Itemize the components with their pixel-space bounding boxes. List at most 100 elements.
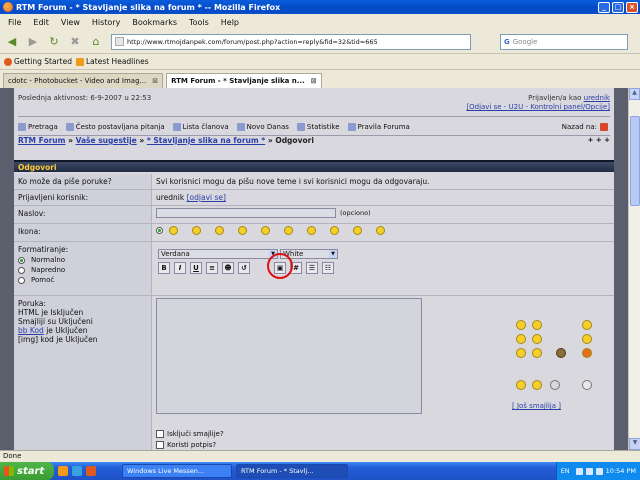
- smiley-icon[interactable]: [307, 226, 316, 235]
- title-input[interactable]: [156, 208, 336, 218]
- smiley-icon[interactable]: [516, 334, 526, 344]
- center-button[interactable]: ≡: [206, 262, 218, 274]
- nav-today[interactable]: Novo Danas: [236, 123, 289, 131]
- smiley-icon[interactable]: [532, 334, 542, 344]
- disable-smilies-option[interactable]: Isključi smajlije?: [156, 430, 224, 438]
- menu-edit[interactable]: Edit: [33, 18, 49, 27]
- smiley-icon[interactable]: [532, 320, 542, 330]
- back-arrow-icon[interactable]: ◀: [3, 33, 21, 51]
- browser-viewport: Poslednja aktivnost: 6-9-2007 u 22:53 Pr…: [0, 88, 628, 450]
- menu-view[interactable]: View: [61, 18, 80, 27]
- disable-smilies-checkbox[interactable]: [156, 430, 164, 438]
- nav-search[interactable]: Pretraga: [18, 123, 58, 131]
- message-textarea[interactable]: [156, 298, 422, 414]
- radio-help[interactable]: [18, 276, 25, 284]
- underline-button[interactable]: U: [190, 262, 202, 274]
- email-button[interactable]: ☻: [222, 262, 234, 274]
- bbcode-link[interactable]: bb Kod: [18, 326, 44, 335]
- nav-stats[interactable]: Statistike: [296, 123, 340, 131]
- smiley-icon[interactable]: [353, 226, 362, 235]
- smiley-icon[interactable]: [261, 226, 270, 235]
- minimize-button[interactable]: _: [598, 1, 610, 13]
- menu-file[interactable]: File: [8, 18, 21, 27]
- close-tab-icon[interactable]: ⊠: [311, 77, 317, 85]
- firefox-quicklaunch-icon[interactable]: [86, 466, 96, 476]
- use-signature-checkbox[interactable]: [156, 441, 164, 449]
- stop-icon[interactable]: ✖: [66, 33, 84, 51]
- more-smilies-link[interactable]: [ Još smajlija ]: [512, 402, 561, 410]
- menu-tools[interactable]: Tools: [189, 18, 209, 27]
- menu-history[interactable]: History: [92, 18, 120, 27]
- language-indicator[interactable]: EN: [561, 467, 570, 475]
- reload-icon[interactable]: ↻: [45, 33, 63, 51]
- tray-icon[interactable]: [585, 467, 593, 475]
- bookmark-latest-headlines[interactable]: Latest Headlines: [76, 57, 149, 66]
- use-signature-option[interactable]: Koristi potpis?: [156, 441, 216, 449]
- quote-button[interactable]: ☰: [306, 262, 318, 274]
- smiley-icon[interactable]: [284, 226, 293, 235]
- tray-icon[interactable]: [575, 467, 583, 475]
- smiley-icon[interactable]: [532, 348, 542, 358]
- smiley-icon[interactable]: [376, 226, 385, 235]
- url-button[interactable]: ↺: [238, 262, 250, 274]
- smiley-icon[interactable]: [582, 320, 592, 330]
- smiley-icon[interactable]: [215, 226, 224, 235]
- bookmark-getting-started[interactable]: Getting Started: [4, 57, 72, 66]
- smiley-icon[interactable]: [192, 226, 201, 235]
- smiley-icon[interactable]: [516, 320, 526, 330]
- tab-photobucket[interactable]: cdotc - Photobucket - Video and Imag... …: [3, 73, 164, 88]
- character-smiley-icon[interactable]: [556, 348, 566, 358]
- forward-arrow-icon[interactable]: ▶: [24, 33, 42, 51]
- bold-button[interactable]: B: [158, 262, 170, 274]
- smiley-icon[interactable]: [516, 380, 526, 390]
- radio-normal[interactable]: [18, 256, 25, 264]
- home-icon[interactable]: [600, 123, 608, 131]
- quicklaunch-icon[interactable]: [58, 466, 68, 476]
- start-button[interactable]: start: [0, 462, 54, 480]
- font-select[interactable]: Verdana ▼: [158, 249, 278, 259]
- smiley-icon[interactable]: [550, 380, 560, 390]
- smiley-icon[interactable]: [516, 348, 526, 358]
- url-bar[interactable]: http://www.rtmojdanpek.com/forum/post.ph…: [111, 33, 471, 50]
- breadcrumb-forum[interactable]: RTM Forum: [18, 136, 65, 145]
- format-option-normal[interactable]: Normalno: [18, 256, 147, 264]
- menu-help[interactable]: Help: [221, 18, 239, 27]
- italic-button[interactable]: I: [174, 262, 186, 274]
- tray-icon[interactable]: [595, 467, 603, 475]
- nav-faq[interactable]: Često postavljana pitanja: [65, 123, 165, 131]
- home-icon[interactable]: ⌂: [87, 33, 105, 51]
- task-firefox[interactable]: RTM Forum - * Stavlj...: [236, 464, 348, 478]
- scroll-down-arrow-icon[interactable]: ▼: [629, 438, 640, 450]
- close-tab-icon[interactable]: ⊠: [152, 77, 158, 85]
- smiley-icon[interactable]: [582, 380, 592, 390]
- breadcrumb-thread[interactable]: * Stavljanje slika na forum *: [147, 136, 265, 145]
- nav-rules[interactable]: Pravila Foruma: [347, 123, 410, 131]
- maximize-button[interactable]: □: [612, 1, 624, 13]
- icon-radio-none[interactable]: [156, 227, 163, 234]
- vertical-scrollbar[interactable]: ▲ ▼: [628, 88, 640, 450]
- list-button[interactable]: ☷: [322, 262, 334, 274]
- smiley-icon[interactable]: [532, 380, 542, 390]
- scroll-thumb[interactable]: [630, 116, 640, 206]
- scroll-up-arrow-icon[interactable]: ▲: [629, 88, 640, 100]
- smiley-icon[interactable]: [169, 226, 178, 235]
- smiley-icon[interactable]: [582, 348, 592, 358]
- format-option-help[interactable]: Pomoć: [18, 276, 147, 284]
- search-box[interactable]: G Google: [500, 33, 628, 50]
- tab-rtm-forum[interactable]: RTM Forum - * Stavljanje slika n... ⊠: [166, 73, 322, 88]
- smiley-icon[interactable]: [582, 334, 592, 344]
- task-messenger[interactable]: Windows Live Messen...: [122, 464, 232, 478]
- username-link[interactable]: urednik: [584, 94, 610, 102]
- close-button[interactable]: ×: [626, 1, 638, 13]
- account-links[interactable]: [Odjavi se - U2U - Kontrolni panel/Opcij…: [466, 103, 610, 111]
- logout-link[interactable]: [odjavi se]: [187, 193, 226, 202]
- quicklaunch-icon[interactable]: [72, 466, 82, 476]
- smiley-icon[interactable]: [238, 226, 247, 235]
- nav-members[interactable]: Lista članova: [172, 123, 229, 131]
- menu-bookmarks[interactable]: Bookmarks: [132, 18, 177, 27]
- breadcrumb-section[interactable]: Vaše sugestije: [76, 136, 137, 145]
- radio-advanced[interactable]: [18, 266, 25, 274]
- expand-more[interactable]: + + +: [588, 136, 610, 144]
- smiley-icon[interactable]: [330, 226, 339, 235]
- format-option-advanced[interactable]: Napredno: [18, 266, 147, 274]
